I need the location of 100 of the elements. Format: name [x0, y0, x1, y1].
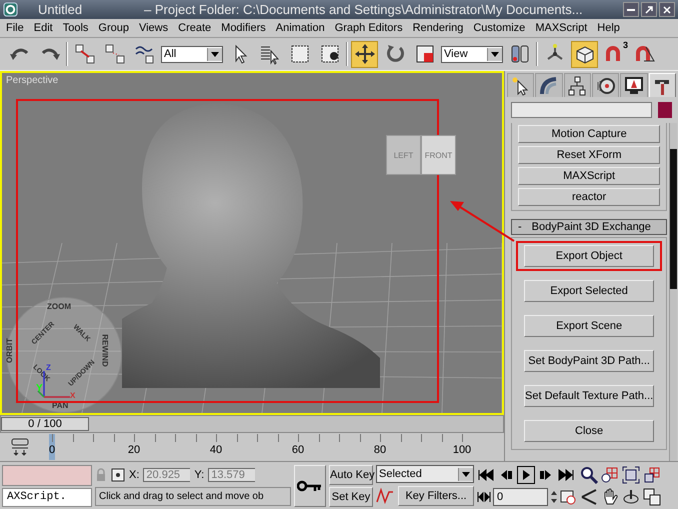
panel-tab[interactable] [507, 73, 534, 97]
menu-item[interactable]: Edit [30, 22, 57, 34]
utility-button[interactable]: MAXScript [518, 167, 660, 185]
region-icon [288, 43, 310, 65]
plugin-button[interactable]: Close [524, 420, 654, 442]
rollout-header[interactable]: - BodyPaint 3D Exchange [511, 219, 668, 235]
menu-item[interactable]: Help [593, 22, 624, 34]
close-icon [662, 4, 672, 14]
window-icon [318, 43, 340, 65]
key-filters-button[interactable]: Key Filters... [398, 486, 474, 506]
frame-number: 0 [48, 444, 56, 456]
app-logo-icon [3, 2, 18, 17]
plugin-button[interactable]: Export Selected [524, 280, 654, 302]
hierarchy-icon [567, 76, 588, 96]
time-configuration-icon[interactable] [560, 488, 576, 504]
caret-icon [462, 472, 470, 476]
x-label: X: [129, 468, 140, 480]
track-bar[interactable]: 0 20 40 60 80 100 [40, 434, 474, 460]
time-marker [49, 434, 55, 460]
rollout-toggle[interactable]: - [518, 221, 522, 233]
move-icon [354, 43, 376, 65]
dropdown[interactable]: View [441, 46, 503, 62]
menu-item[interactable]: Modifiers [217, 22, 270, 34]
wheel-icon [596, 76, 616, 96]
scroll-bar[interactable] [669, 123, 678, 461]
unlink-icon [104, 43, 126, 65]
wheel-label[interactable]: ZOOM [47, 302, 71, 311]
menu-item[interactable]: Rendering [408, 22, 468, 34]
wheel-label[interactable]: ORBIT [4, 338, 14, 363]
panel-tab[interactable] [564, 73, 591, 97]
zoom-icon[interactable] [580, 466, 598, 484]
key-mode-toggle-icon[interactable] [477, 490, 491, 502]
status-prompt: Click and drag to select and move ob [95, 487, 291, 506]
menu-item[interactable]: MAXScript [531, 22, 592, 34]
toolbar-button[interactable] [571, 40, 598, 68]
bind-icon [134, 43, 156, 65]
track-bar-toggle-icon[interactable] [10, 438, 30, 456]
window-title: Untitled [37, 2, 84, 17]
menu-item[interactable]: Graph Editors [330, 22, 407, 34]
zoom-all-icon[interactable] [601, 466, 619, 484]
plugin-button[interactable]: Export Object [524, 245, 654, 267]
listener-output-field[interactable] [2, 465, 92, 486]
dropdown[interactable]: All [161, 46, 223, 62]
key-mode-dropdown[interactable]: Selected [376, 465, 474, 483]
set-key-toggle-button[interactable] [294, 465, 326, 507]
object-color-swatch[interactable] [658, 102, 672, 118]
plugin-button[interactable]: Export Scene [524, 315, 654, 337]
frame-number: 60 [292, 444, 304, 456]
monitor-icon [624, 76, 644, 96]
minimize-button[interactable] [623, 2, 639, 17]
toolbar-button[interactable]: 3 [601, 40, 628, 68]
zoom-extents-all-icon[interactable] [643, 466, 661, 484]
maximize-icon [644, 4, 654, 14]
scroll-thumb[interactable] [670, 149, 678, 289]
frame-number: 100 [452, 444, 472, 456]
panel-tab[interactable] [620, 73, 648, 97]
scale-icon [414, 43, 436, 65]
set-key-button[interactable]: Set Key [329, 487, 373, 507]
plugin-button[interactable]: Set Default Texture Path... [524, 385, 654, 407]
menu-item[interactable]: Group [94, 22, 133, 34]
menu-item[interactable]: File [2, 22, 28, 34]
orbit-icon[interactable] [622, 488, 640, 506]
spinner-icon[interactable] [550, 488, 558, 504]
listener-input-field[interactable]: AXScript. [2, 488, 92, 507]
y-label: Y: [194, 468, 204, 480]
toolbar-button[interactable] [351, 40, 378, 68]
annotation-arrow [450, 201, 515, 242]
time-slider-thumb[interactable]: 0 / 100 [1, 417, 89, 431]
curve-icon[interactable] [376, 487, 394, 505]
skip-back-icon [478, 468, 494, 480]
caret-icon [211, 52, 219, 56]
rollout-title[interactable]: BodyPaint 3D Exchange [532, 221, 651, 233]
minimize-icon [627, 8, 635, 10]
utility-button[interactable]: Motion Capture [518, 125, 660, 143]
menu-item[interactable]: Views [134, 22, 172, 34]
utility-button[interactable]: Reset XForm [518, 146, 660, 164]
menu-item[interactable]: Animation [272, 22, 329, 34]
plugin-button[interactable]: Set BodyPaint 3D Path... [524, 350, 654, 372]
maximize-viewport-icon[interactable] [643, 488, 661, 506]
transform-mode-icon[interactable] [111, 468, 125, 482]
axis-label: Y [36, 383, 43, 394]
wheel-label[interactable]: REWIND [100, 334, 110, 367]
window-subtitle: – Project Folder: C:\Documents and Settings\Administrator\My Documents... [144, 2, 584, 17]
caret-icon [491, 52, 499, 56]
current-frame-field[interactable]: 0 [493, 488, 548, 506]
menu-item[interactable]: Create [174, 22, 216, 34]
bend-icon [538, 76, 559, 96]
frame-number: 80 [374, 444, 386, 456]
field-of-view-icon[interactable] [580, 488, 598, 506]
axis-label: X [70, 391, 76, 400]
menu-item[interactable]: Tools [58, 22, 92, 34]
close-button[interactable] [659, 2, 675, 17]
menu-item[interactable]: Customize [469, 22, 530, 34]
maximize-button[interactable] [641, 2, 657, 17]
playback-button[interactable] [517, 466, 535, 484]
object-name-field[interactable] [511, 102, 652, 118]
panel-tab[interactable] [592, 73, 620, 97]
utility-button[interactable]: reactor [518, 188, 660, 206]
auto-key-button[interactable]: Auto Key [329, 465, 373, 485]
zoom-extents-icon[interactable] [622, 466, 640, 484]
